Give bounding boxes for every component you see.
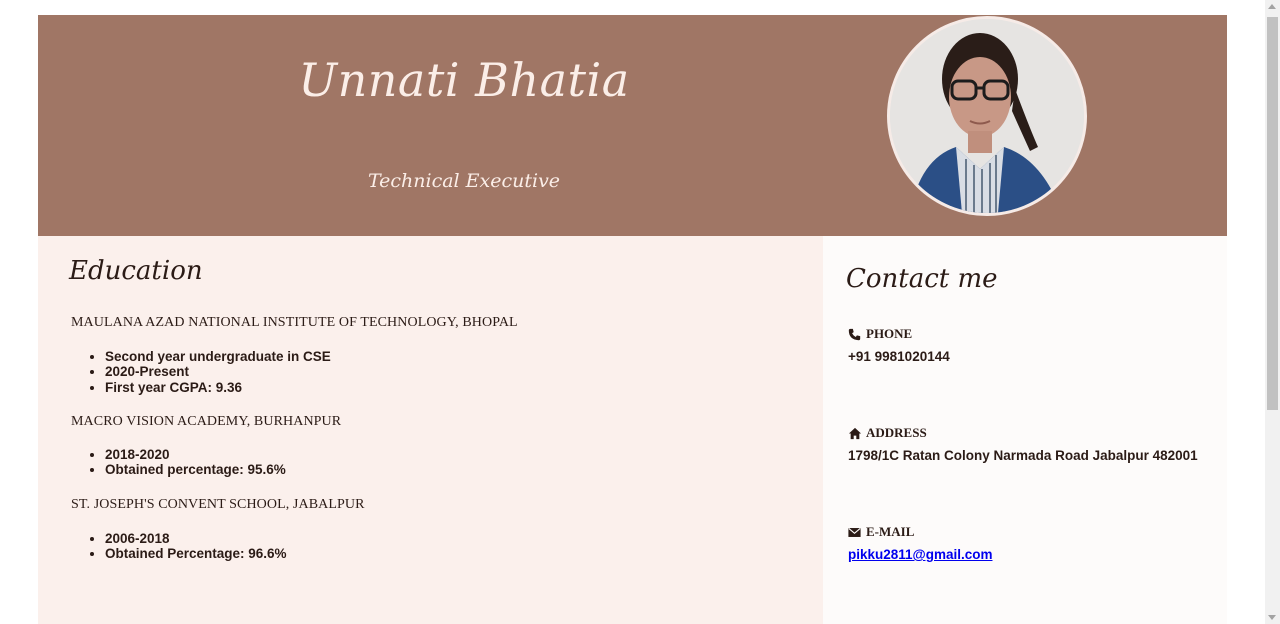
list-item: First year CGPA: 9.36 bbox=[105, 380, 331, 395]
address-label: ADDRESS bbox=[848, 425, 927, 441]
scroll-thumb[interactable] bbox=[1267, 17, 1278, 410]
list-item: Second year undergraduate in CSE bbox=[105, 349, 331, 364]
envelope-icon bbox=[848, 526, 862, 539]
address-label-text: ADDRESS bbox=[866, 425, 927, 440]
profile-photo-graphic bbox=[890, 19, 1084, 213]
scroll-up-icon[interactable] bbox=[1268, 4, 1276, 9]
school-name: MAULANA AZAD NATIONAL INSTITUTE OF TECHN… bbox=[71, 315, 518, 330]
resume-page: Unnati Bhatia Technical Executive Educat… bbox=[0, 0, 1280, 624]
education-heading: Education bbox=[69, 256, 203, 286]
list-item: 2006-2018 bbox=[105, 531, 287, 546]
profile-photo bbox=[887, 16, 1087, 216]
education-section: Education MAULANA AZAD NATIONAL INSTITUT… bbox=[38, 236, 823, 624]
header-banner: Unnati Bhatia Technical Executive bbox=[38, 15, 1227, 236]
email-label: E-MAIL bbox=[848, 524, 914, 540]
page-scrollbar[interactable] bbox=[1265, 0, 1280, 624]
school-name: MACRO VISION ACADEMY, BURHANPUR bbox=[71, 414, 342, 429]
list-item: 2020-Present bbox=[105, 364, 331, 379]
phone-label-text: PHONE bbox=[866, 326, 913, 341]
contact-section: Contact me PHONE +91 9981020144 ADDRESS … bbox=[823, 236, 1227, 624]
list-item: 2018-2020 bbox=[105, 447, 286, 462]
email-label-text: E-MAIL bbox=[866, 524, 915, 539]
school-details-list: Second year undergraduate in CSE 2020-Pr… bbox=[71, 349, 331, 395]
person-name: Unnati Bhatia bbox=[298, 53, 630, 107]
list-item: Obtained percentage: 95.6% bbox=[105, 462, 286, 477]
list-item: Obtained Percentage: 96.6% bbox=[105, 546, 287, 561]
phone-icon bbox=[848, 328, 862, 341]
school-name: ST. JOSEPH'S CONVENT SCHOOL, JABALPUR bbox=[71, 497, 365, 512]
school-details-list: 2006-2018 Obtained Percentage: 96.6% bbox=[71, 531, 287, 562]
home-icon bbox=[848, 427, 862, 440]
phone-value: +91 9981020144 bbox=[848, 349, 950, 364]
scroll-down-icon[interactable] bbox=[1268, 615, 1276, 620]
address-value: 1798/1C Ratan Colony Narmada Road Jabalp… bbox=[848, 448, 1198, 463]
email-link[interactable]: pikku2811@gmail.com bbox=[848, 547, 992, 562]
school-details-list: 2018-2020 Obtained percentage: 95.6% bbox=[71, 447, 286, 478]
contact-heading: Contact me bbox=[846, 264, 998, 294]
job-title: Technical Executive bbox=[367, 170, 561, 192]
phone-label: PHONE bbox=[848, 326, 912, 342]
